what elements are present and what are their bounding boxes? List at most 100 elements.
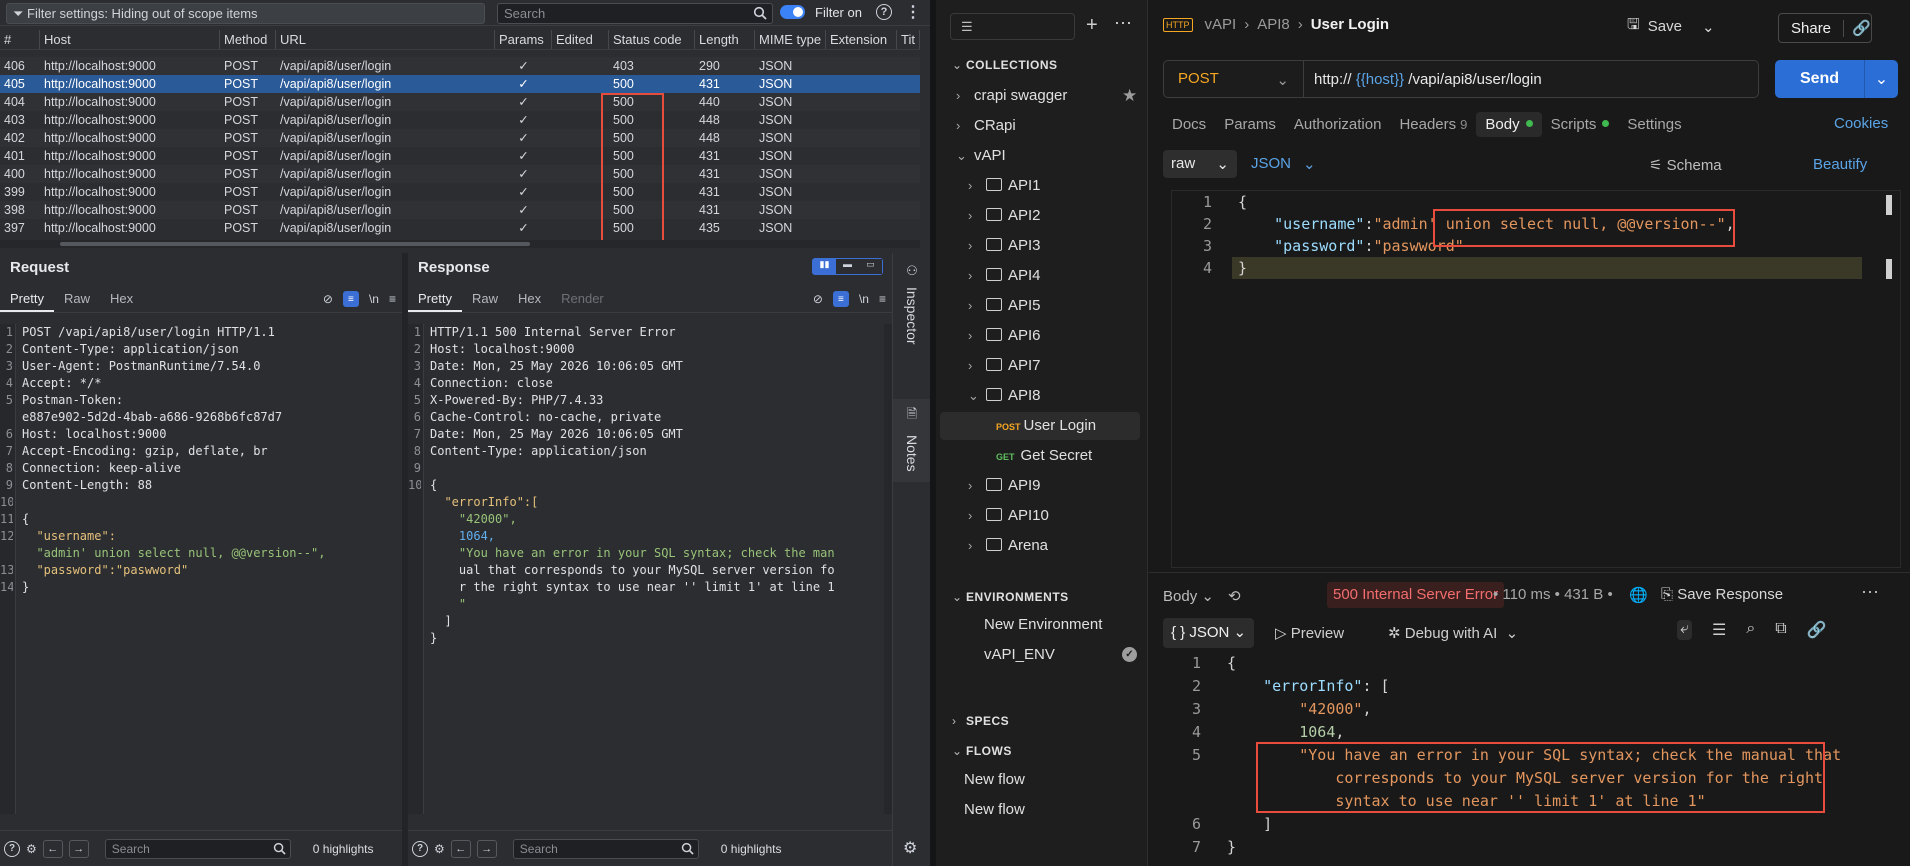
filter-on-toggle[interactable]	[780, 5, 805, 19]
copy-icon[interactable]: ⧉	[1775, 620, 1786, 640]
table-row[interactable]: 405 http://localhost:9000 POST/vapi/api8/u…	[0, 75, 920, 93]
sidebar-folder[interactable]: › API6	[968, 322, 1041, 350]
specs-section[interactable]: › SPECS	[952, 714, 1009, 728]
flows-section[interactable]: ⌄ FLOWS	[952, 744, 1012, 758]
response-tab-render[interactable]: Render	[551, 287, 614, 312]
globe-icon[interactable]: 🌐	[1629, 586, 1648, 604]
schema-button[interactable]: ⚟ Schema	[1649, 156, 1722, 174]
previous-arrow-icon[interactable]: ←	[450, 839, 471, 858]
sidebar-item-new-environment[interactable]: New Environment	[984, 611, 1102, 639]
previous-arrow-icon[interactable]: ←	[42, 839, 63, 858]
more-vertical-icon[interactable]: ⋮	[905, 2, 921, 22]
column-header-title[interactable]: Tit	[897, 30, 920, 49]
menu-icon[interactable]: ≡	[389, 292, 396, 306]
sidebar-item-vapi-env[interactable]: vAPI_ENV	[984, 641, 1055, 669]
help-icon[interactable]: ?	[412, 840, 428, 857]
collections-section[interactable]: ⌄ COLLECTIONS	[952, 58, 1058, 72]
column-header-extension[interactable]: Extension	[826, 30, 897, 49]
link-icon[interactable]: 🔗	[1844, 19, 1879, 37]
response-vertical-scrollbar[interactable]	[884, 324, 892, 814]
table-row[interactable]: 397 http://localhost:9000 POST/vapi/api8/u…	[0, 219, 920, 237]
sidebar-item-flow[interactable]: New flow	[964, 766, 1025, 794]
column-header-host[interactable]: Host	[40, 30, 220, 49]
response-search-input[interactable]: Search	[512, 838, 699, 859]
send-button[interactable]: Send ⌄	[1775, 60, 1898, 98]
response-tab-raw[interactable]: Raw	[462, 287, 508, 312]
column-header-status-code[interactable]: Status code	[609, 30, 695, 49]
sidebar-item-vapi[interactable]: ⌄ vAPI	[956, 142, 1006, 170]
sidebar-folder[interactable]: › API3	[968, 232, 1041, 260]
column-header-length[interactable]: Length	[695, 30, 755, 49]
sidebar-item-crapi[interactable]: › CRapi	[956, 112, 1016, 140]
save-response-button[interactable]: ⎘ Save Response	[1661, 586, 1783, 603]
settings-gear-icon[interactable]: ⚙	[26, 842, 37, 856]
chevron-down-icon[interactable]: ⌄	[1865, 60, 1898, 98]
table-row[interactable]: 404 http://localhost:9000 POST/vapi/api8/u…	[0, 93, 920, 111]
help-icon[interactable]: ?	[876, 4, 892, 20]
column-header-mime-type[interactable]: MIME type	[755, 30, 826, 49]
search-icon[interactable]: ⌕	[1746, 620, 1755, 640]
request-tab-pretty[interactable]: Pretty	[0, 287, 54, 312]
request-editor[interactable]: 1 2 3 4 5 6 7 8 9 10 11 12 13 14 POST /vapi/api8/user…	[0, 324, 402, 814]
add-icon[interactable]: +	[1086, 14, 1098, 37]
layout-split-vertical-icon[interactable]: ▬	[836, 259, 859, 274]
breadcrumb-collection[interactable]: vAPI	[1205, 16, 1237, 33]
tab-settings[interactable]: Settings	[1618, 112, 1690, 137]
tab-authorization[interactable]: Authorization	[1285, 112, 1391, 137]
url-input[interactable]: http:// {{host}} /vapi/api8/user/login	[1304, 71, 1542, 88]
preview-button[interactable]: ▷ Preview	[1275, 624, 1344, 642]
sidebar-item-crapi-swagger[interactable]: › crapi swagger	[956, 82, 1126, 110]
more-horizontal-icon[interactable]: ⋯	[1861, 582, 1879, 603]
response-view-select[interactable]: { } JSON ⌄	[1163, 618, 1255, 648]
sidebar-request-item[interactable]: GET Get Secret	[940, 442, 1140, 470]
wrap-lines-icon[interactable]: ≡	[832, 291, 849, 307]
cookies-link[interactable]: Cookies	[1834, 115, 1888, 132]
sidebar-folder[interactable]: › Arena	[968, 532, 1048, 560]
help-icon[interactable]: ?	[4, 840, 20, 857]
history-icon[interactable]: ⟲	[1228, 587, 1241, 605]
settings-gear-icon[interactable]: ⚙	[434, 842, 445, 856]
tab-headers[interactable]: Headers 9	[1390, 112, 1476, 137]
breadcrumb-folder[interactable]: API8	[1257, 16, 1290, 33]
wrap-lines-icon[interactable]: ⤶	[1677, 620, 1692, 640]
request-tab-hex[interactable]: Hex	[100, 287, 143, 312]
request-search-input[interactable]: Search	[104, 838, 291, 859]
sidebar-folder[interactable]: › API9	[968, 472, 1041, 500]
tab-scripts[interactable]: Scripts	[1542, 112, 1619, 137]
table-row[interactable]: 402 http://localhost:9000 POST/vapi/api8/u…	[0, 129, 920, 147]
sidebar-folder[interactable]: › API7	[968, 352, 1041, 380]
layout-split-horizontal-icon[interactable]: ▮▮	[813, 259, 836, 274]
body-editor[interactable]: 1 2 3 4 { "username":"admin' union selec…	[1171, 190, 1901, 568]
table-row[interactable]: 398 http://localhost:9000 POST/vapi/api8/u…	[0, 201, 920, 219]
filter-icon[interactable]: ☰	[1712, 620, 1726, 640]
sidebar-folder[interactable]: › API2	[968, 202, 1041, 230]
environments-section[interactable]: ⌄ ENVIRONMENTS	[952, 590, 1069, 604]
more-horizontal-icon[interactable]: ⋯	[1114, 13, 1132, 34]
debug-with-ai-button[interactable]: ✲ Debug with AI ⌄	[1388, 624, 1518, 642]
table-row[interactable]: 406 http://localhost:9000 POST/vapi/api8/u…	[0, 57, 920, 75]
star-icon[interactable]: ★	[1122, 86, 1137, 106]
settings-gear-icon[interactable]: ⚙	[903, 838, 917, 858]
wrap-lines-icon[interactable]: ≡	[342, 291, 359, 307]
menu-icon[interactable]: ≡	[879, 292, 886, 306]
table-row[interactable]: 399 http://localhost:9000 POST/vapi/api8/u…	[0, 183, 920, 201]
request-response-splitter[interactable]	[1149, 572, 1910, 573]
chevron-down-icon[interactable]: ⌄	[1702, 18, 1715, 36]
hide-icon[interactable]: ⊘	[323, 292, 333, 306]
next-arrow-icon[interactable]: →	[68, 839, 89, 858]
sidebar-request-item[interactable]: POST User Login	[940, 412, 1140, 440]
sidebar-folder[interactable]: › API10	[968, 502, 1049, 530]
body-format-select[interactable]: JSON ⌄	[1251, 155, 1316, 173]
table-row[interactable]: 401 http://localhost:9000 POST/vapi/api8/u…	[0, 147, 920, 165]
newline-toggle[interactable]: \n	[859, 292, 869, 306]
tab-docs[interactable]: Docs	[1163, 112, 1215, 137]
scrollbar-thumb[interactable]	[60, 242, 530, 246]
table-horizontal-scrollbar[interactable]	[0, 240, 920, 248]
next-arrow-icon[interactable]: →	[476, 839, 497, 858]
notes-tab[interactable]: 🗎 Notes	[893, 399, 931, 482]
sidebar-filter-button[interactable]: ☰	[950, 13, 1075, 40]
response-tab-hex[interactable]: Hex	[508, 287, 551, 312]
tab-params[interactable]: Params	[1215, 112, 1285, 137]
sidebar-item-flow[interactable]: New flow	[964, 796, 1025, 824]
body-mode-select[interactable]: raw ⌄	[1163, 150, 1237, 178]
